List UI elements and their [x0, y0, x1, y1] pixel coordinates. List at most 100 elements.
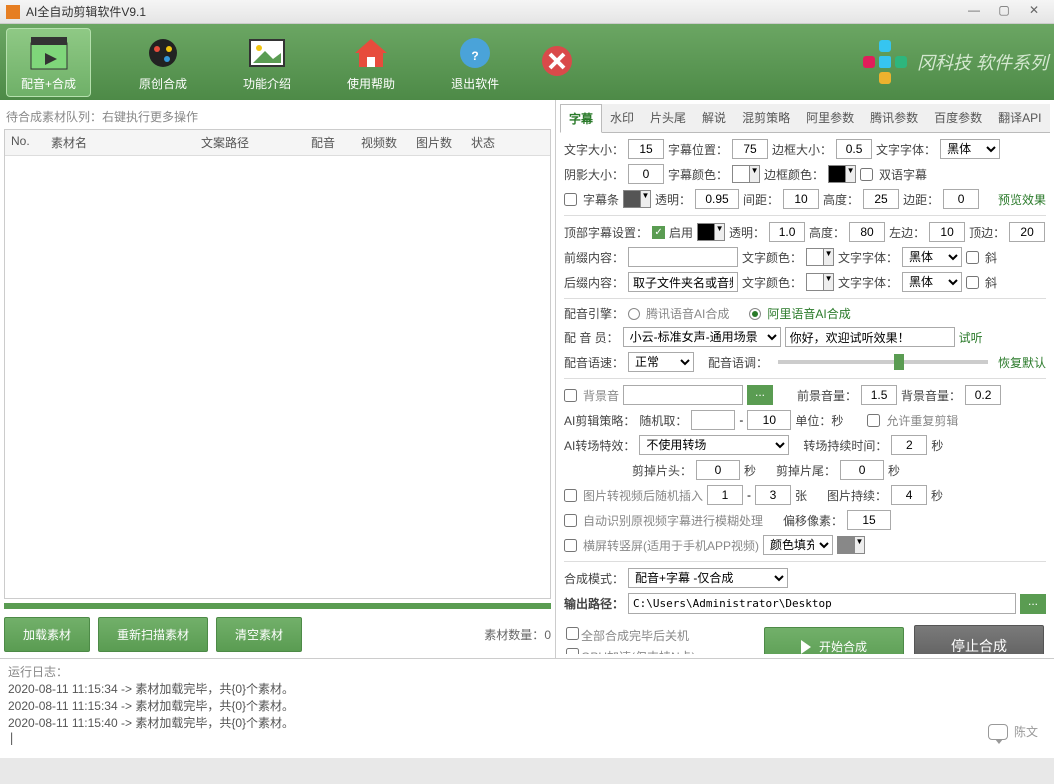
- output-browse[interactable]: ...: [1020, 594, 1046, 614]
- fill-select[interactable]: 颜色填充: [763, 535, 833, 555]
- tool-features[interactable]: 功能介绍: [235, 31, 299, 94]
- bgm-browse[interactable]: ...: [747, 385, 773, 405]
- tab-watermark[interactable]: 水印: [602, 104, 642, 132]
- prefix-color[interactable]: ▼: [806, 248, 834, 266]
- suffix-color[interactable]: ▼: [806, 273, 834, 291]
- speed-select[interactable]: 正常: [628, 352, 694, 372]
- voice-person-select[interactable]: 小云-标准女声-通用场景: [623, 327, 781, 347]
- output-path-input[interactable]: [628, 593, 1016, 614]
- main-area: 待合成素材队列：右键执行更多操作 No. 素材名 文案路径 配音 视频数 图片数…: [0, 100, 1054, 658]
- load-material-button[interactable]: 加载素材: [4, 617, 90, 652]
- font-size-input[interactable]: [628, 139, 664, 159]
- material-table[interactable]: No. 素材名 文案路径 配音 视频数 图片数 状态: [4, 129, 551, 599]
- transition-select[interactable]: 不使用转场: [639, 435, 789, 455]
- top-bg-color[interactable]: ▼: [697, 223, 725, 241]
- tab-subtitle[interactable]: 字幕: [560, 104, 602, 133]
- top-alpha-input[interactable]: [769, 222, 805, 242]
- tab-narration[interactable]: 解说: [694, 104, 734, 132]
- trans-dur-input[interactable]: [891, 435, 927, 455]
- stop-compose-button[interactable]: 停止合成: [914, 625, 1044, 654]
- shadow-input[interactable]: [628, 164, 664, 184]
- tool-help-home[interactable]: 使用帮助: [339, 31, 403, 94]
- bilingual-check[interactable]: [860, 168, 873, 181]
- gap-input[interactable]: [783, 189, 819, 209]
- subtitle-color[interactable]: ▼: [732, 165, 760, 183]
- fg-vol-input[interactable]: [861, 385, 897, 405]
- alpha-input[interactable]: [695, 189, 739, 209]
- pitch-slider[interactable]: [778, 360, 988, 364]
- col-no: No.: [5, 130, 45, 155]
- border-color[interactable]: ▼: [828, 165, 856, 183]
- close-button[interactable]: ✕: [1020, 3, 1048, 21]
- gpu-check[interactable]: [566, 648, 579, 654]
- pic-insert-check[interactable]: [564, 489, 577, 502]
- trim-head-input[interactable]: [696, 460, 740, 480]
- tool-voice-compose[interactable]: 配音+合成: [6, 28, 91, 97]
- bgm-check[interactable]: [564, 389, 577, 402]
- reset-link[interactable]: 恢复默认: [998, 354, 1046, 371]
- suffix-font[interactable]: 黑体: [902, 272, 962, 292]
- trim-tail-input[interactable]: [840, 460, 884, 480]
- compose-mode-select[interactable]: 配音+字幕 -仅合成: [628, 568, 788, 588]
- prefix-italic[interactable]: [966, 251, 979, 264]
- rotate-check[interactable]: [564, 539, 577, 552]
- subtitle-pos-input[interactable]: [732, 139, 768, 159]
- margin-input[interactable]: [943, 189, 979, 209]
- question-icon: ?: [453, 33, 497, 73]
- bg-vol-input[interactable]: [965, 385, 1001, 405]
- col-pics: 图片数: [410, 130, 465, 155]
- toolbar: 配音+合成 原创合成 功能介绍 使用帮助 ? 退出软件 冈科技 软件系列: [0, 24, 1054, 100]
- font-select[interactable]: 黑体: [940, 139, 1000, 159]
- offset-input[interactable]: [847, 510, 891, 530]
- prefix-input[interactable]: [628, 247, 738, 267]
- col-voice: 配音: [305, 130, 355, 155]
- border-size-input[interactable]: [836, 139, 872, 159]
- try-listen-link[interactable]: 试听: [959, 329, 983, 346]
- allow-dup-check[interactable]: [867, 414, 880, 427]
- prefix-font[interactable]: 黑体: [902, 247, 962, 267]
- material-count: 素材数量：0: [484, 626, 551, 643]
- rescan-button[interactable]: 重新扫描素材: [98, 617, 208, 652]
- tab-tencent[interactable]: 腾讯参数: [862, 104, 926, 132]
- start-compose-button[interactable]: 开始合成: [764, 627, 904, 655]
- brand-logo: 冈科技 软件系列: [861, 38, 1048, 86]
- suffix-italic[interactable]: [966, 276, 979, 289]
- shutdown-check[interactable]: [566, 627, 579, 640]
- rand-to-input[interactable]: [747, 410, 791, 430]
- tab-headtail[interactable]: 片头尾: [642, 104, 694, 132]
- tool-help[interactable]: ? 退出软件: [443, 31, 507, 94]
- clear-button[interactable]: 清空素材: [216, 617, 302, 652]
- maximize-button[interactable]: ▢: [990, 3, 1018, 21]
- height-input[interactable]: [863, 189, 899, 209]
- col-frames: 视频数: [355, 130, 410, 155]
- sample-text-input[interactable]: [785, 327, 955, 347]
- pic-to-input[interactable]: [755, 485, 791, 505]
- fill-color[interactable]: ▼: [837, 536, 865, 554]
- tencent-radio[interactable]: [628, 308, 640, 320]
- minimize-button[interactable]: —: [960, 3, 988, 21]
- pic-from-input[interactable]: [707, 485, 743, 505]
- bgm-path[interactable]: [623, 385, 743, 405]
- tool-original[interactable]: 原创合成: [131, 31, 195, 94]
- blur-check[interactable]: [564, 514, 577, 527]
- tab-translate[interactable]: 翻译API: [990, 104, 1049, 132]
- rand-from-input[interactable]: [691, 410, 735, 430]
- svg-text:?: ?: [471, 49, 478, 63]
- watermark: 陈文: [988, 723, 1038, 740]
- tab-strategy[interactable]: 混剪策略: [734, 104, 798, 132]
- subtitle-bar-check[interactable]: [564, 193, 577, 206]
- bar-color[interactable]: ▼: [623, 190, 651, 208]
- top-enable-check[interactable]: ✓: [652, 226, 665, 239]
- top-left-input[interactable]: [929, 222, 965, 242]
- right-panel: 字幕 水印 片头尾 解说 混剪策略 阿里参数 腾讯参数 百度参数 翻译API 文…: [556, 100, 1054, 658]
- tab-ali[interactable]: 阿里参数: [798, 104, 862, 132]
- top-height-input[interactable]: [849, 222, 885, 242]
- tab-baidu[interactable]: 百度参数: [926, 104, 990, 132]
- ali-radio[interactable]: [749, 308, 761, 320]
- top-top-input[interactable]: [1009, 222, 1045, 242]
- pic-dur-input[interactable]: [891, 485, 927, 505]
- tool-exit[interactable]: [527, 39, 587, 85]
- preview-link[interactable]: 预览效果: [998, 191, 1046, 208]
- suffix-input[interactable]: [628, 272, 738, 292]
- close-circle-icon: [535, 41, 579, 81]
